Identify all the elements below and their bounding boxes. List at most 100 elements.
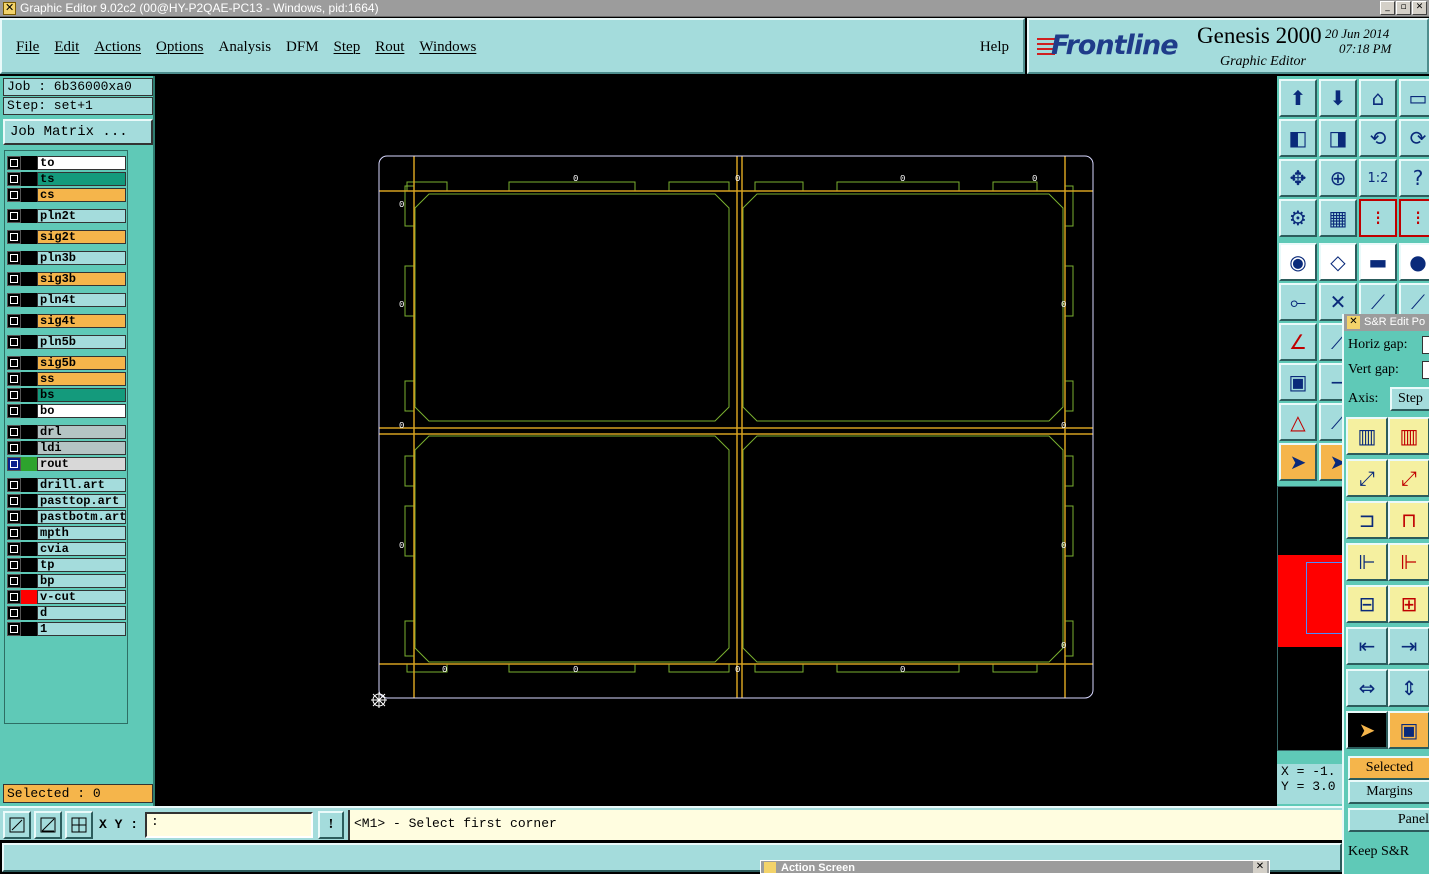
- layer-color-swatch[interactable]: [21, 478, 37, 492]
- layer-row-cvia[interactable]: cvia: [7, 542, 126, 556]
- layer-checkbox[interactable]: [7, 230, 21, 244]
- layer-checkbox[interactable]: [7, 188, 21, 202]
- export-button[interactable]: ◨: [1319, 119, 1357, 157]
- xy-input[interactable]: :: [145, 812, 313, 838]
- layer-checkbox[interactable]: [7, 542, 21, 556]
- graphic-canvas[interactable]: 0 0 0 0 0 0 0 0 0 0 0 0 0 0 0 0: [157, 76, 1277, 806]
- sr-popup-title[interactable]: S&R Edit Po: [1344, 314, 1429, 331]
- layer-color-swatch[interactable]: [21, 441, 37, 455]
- fit-button[interactable]: ✥: [1279, 159, 1317, 197]
- action-screen-window[interactable]: Action Screen ✕: [760, 860, 1270, 874]
- app-icon[interactable]: [3, 1, 16, 15]
- grid-button[interactable]: ▦: [1319, 199, 1357, 237]
- layer-checkbox[interactable]: [7, 314, 21, 328]
- layer-color-swatch[interactable]: [21, 574, 37, 588]
- triangle-button[interactable]: △: [1279, 403, 1317, 441]
- layer-color-swatch[interactable]: [21, 388, 37, 402]
- layer-name[interactable]: ldi: [37, 441, 126, 455]
- layer-checkbox[interactable]: [7, 335, 21, 349]
- layer-row-mpth[interactable]: mpth: [7, 526, 126, 540]
- maximize-button[interactable]: ▫: [1396, 1, 1411, 15]
- layer-checkbox[interactable]: [7, 425, 21, 439]
- job-matrix-button[interactable]: Job Matrix ...: [3, 119, 153, 145]
- home-button[interactable]: ⌂: [1359, 79, 1397, 117]
- layer-row-v-cut[interactable]: v-cut: [7, 590, 126, 604]
- info-button[interactable]: !: [318, 811, 344, 839]
- layer-checkbox[interactable]: [7, 356, 21, 370]
- stretch-horizontal-button[interactable]: ⇔: [1346, 669, 1388, 707]
- layer-row-ldi[interactable]: ldi: [7, 441, 126, 455]
- layer-checkbox[interactable]: [7, 272, 21, 286]
- layer-color-swatch[interactable]: [21, 590, 37, 604]
- tools-button[interactable]: ⚙: [1279, 199, 1317, 237]
- layer-row-pln4t[interactable]: pln4t: [7, 293, 126, 307]
- tree-left-button[interactable]: ⊩: [1346, 543, 1388, 581]
- snap-red-button[interactable]: ⁝: [1359, 199, 1397, 237]
- layer-color-swatch[interactable]: [21, 156, 37, 170]
- layer-color-swatch[interactable]: [21, 526, 37, 540]
- layer-color-swatch[interactable]: [21, 335, 37, 349]
- axis-step-button[interactable]: Step: [1390, 387, 1429, 411]
- layer-row-sig4t[interactable]: sig4t: [7, 314, 126, 328]
- layer-name[interactable]: pln4t: [37, 293, 126, 307]
- layer-color-swatch[interactable]: [21, 293, 37, 307]
- menu-edit[interactable]: Edit: [54, 39, 79, 56]
- layer-checkbox[interactable]: [7, 478, 21, 492]
- grid-snap-button[interactable]: [65, 811, 93, 839]
- layer-row-to[interactable]: to: [7, 156, 126, 170]
- layer-checkbox[interactable]: [7, 494, 21, 508]
- layer-checkbox[interactable]: [7, 590, 21, 604]
- layer-name[interactable]: tp: [37, 558, 126, 572]
- layer-checkbox[interactable]: [7, 526, 21, 540]
- layer-checkbox[interactable]: [7, 209, 21, 223]
- menu-dfm[interactable]: DFM: [286, 39, 319, 56]
- layer-name[interactable]: bs: [37, 388, 126, 402]
- close-button[interactable]: ✕: [1412, 1, 1427, 15]
- layer-name[interactable]: pln2t: [37, 209, 126, 223]
- layer-checkbox[interactable]: [7, 510, 21, 524]
- select-pointer-button[interactable]: ➤: [1346, 711, 1388, 749]
- diagonal-step-button[interactable]: ⤢: [1346, 459, 1388, 497]
- layer-checkbox[interactable]: [7, 388, 21, 402]
- layer-color-swatch[interactable]: [21, 494, 37, 508]
- layer-name[interactable]: sig2t: [37, 230, 126, 244]
- layer-color-swatch[interactable]: [21, 404, 37, 418]
- layer-row-pln3b[interactable]: pln3b: [7, 251, 126, 265]
- layer-checkbox[interactable]: [7, 558, 21, 572]
- layer-name[interactable]: sig5b: [37, 356, 126, 370]
- redo-button[interactable]: ⟳: [1399, 119, 1429, 157]
- menu-rout[interactable]: Rout: [375, 39, 404, 56]
- menu-analysis[interactable]: Analysis: [219, 39, 272, 56]
- move-right-button[interactable]: ⇥: [1388, 627, 1429, 665]
- layer-color-swatch[interactable]: [21, 542, 37, 556]
- measure-button[interactable]: ◇: [1319, 243, 1357, 281]
- bracket-left-button[interactable]: ⊐: [1346, 501, 1388, 539]
- contour-button[interactable]: ◉: [1279, 243, 1317, 281]
- undo-button[interactable]: ⟲: [1359, 119, 1397, 157]
- menu-help[interactable]: Help: [980, 39, 1009, 56]
- layer-row-rout[interactable]: rout: [7, 457, 126, 471]
- layer-color-swatch[interactable]: [21, 188, 37, 202]
- layer-color-swatch[interactable]: [21, 510, 37, 524]
- zoom-box-button[interactable]: [3, 811, 31, 839]
- layer-checkbox[interactable]: [7, 372, 21, 386]
- ruler-button[interactable]: ▬: [1359, 243, 1397, 281]
- layer-name[interactable]: drl: [37, 425, 126, 439]
- angle-measure-button[interactable]: [34, 811, 62, 839]
- layer-color-swatch[interactable]: [21, 172, 37, 186]
- one-to-two-button[interactable]: 1:2: [1359, 159, 1397, 197]
- menu-file[interactable]: File: [16, 39, 39, 56]
- pad-shape-button[interactable]: ▣: [1279, 363, 1317, 401]
- layer-row-tp[interactable]: tp: [7, 558, 126, 572]
- layer-color-swatch[interactable]: [21, 314, 37, 328]
- layer-name[interactable]: pasttop.art: [37, 494, 126, 508]
- layer-checkbox[interactable]: [7, 606, 21, 620]
- pad-button[interactable]: ●: [1399, 243, 1429, 281]
- center-vertical-button[interactable]: ⊟: [1346, 585, 1388, 623]
- layer-name[interactable]: pastbotm.art: [37, 510, 126, 524]
- move-left-button[interactable]: ⇤: [1346, 627, 1388, 665]
- layer-row-pastbotm-art[interactable]: pastbotm.art: [7, 510, 126, 524]
- save-button[interactable]: ⬆: [1279, 79, 1317, 117]
- layer-name[interactable]: v-cut: [37, 590, 126, 604]
- layer-name[interactable]: cs: [37, 188, 126, 202]
